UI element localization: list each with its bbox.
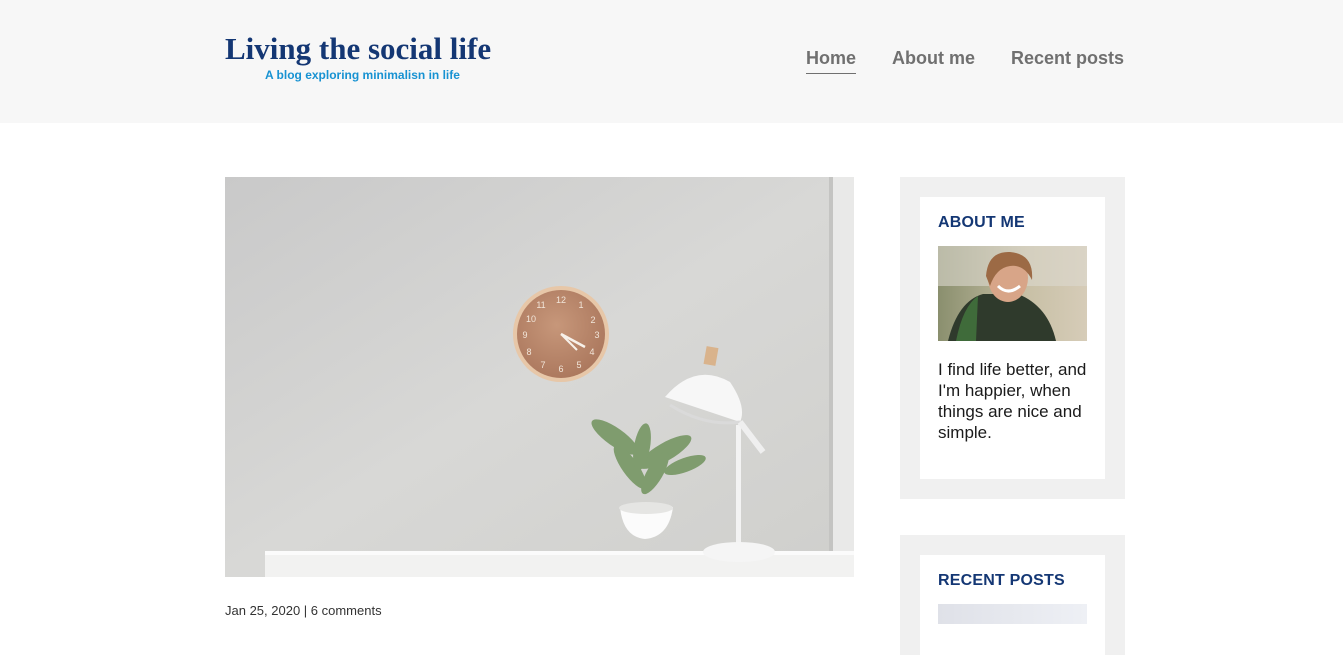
recent-posts-title: RECENT POSTS bbox=[938, 572, 1065, 589]
svg-text:2: 2 bbox=[590, 315, 595, 325]
about-me-text: I find life better, and I'm happier, whe… bbox=[938, 360, 1087, 442]
brand: Living the social life A blog exploring … bbox=[225, 30, 515, 82]
about-me-widget: ABOUT ME I find life better, and I'm hap… bbox=[900, 177, 1125, 499]
recent-posts-card: RECENT POSTS bbox=[920, 555, 1105, 655]
svg-text:1: 1 bbox=[578, 300, 583, 310]
featured-post-image[interactable]: 12 1 2 3 4 5 6 7 8 9 10 11 bbox=[225, 177, 854, 577]
svg-text:12: 12 bbox=[556, 295, 566, 305]
site-header: Living the social life A blog exploring … bbox=[0, 0, 1343, 123]
svg-text:11: 11 bbox=[536, 300, 545, 310]
about-me-title: ABOUT ME bbox=[938, 214, 1025, 231]
about-me-card: ABOUT ME I find life better, and I'm hap… bbox=[920, 197, 1105, 479]
recent-posts-widget: RECENT POSTS bbox=[900, 535, 1125, 655]
recent-post-thumbnail[interactable] bbox=[938, 604, 1087, 624]
svg-text:6: 6 bbox=[558, 364, 563, 374]
svg-text:8: 8 bbox=[526, 347, 531, 357]
svg-text:10: 10 bbox=[526, 314, 536, 324]
svg-text:7: 7 bbox=[540, 360, 545, 370]
nav-link-home[interactable]: Home bbox=[806, 47, 857, 74]
site-title[interactable]: Living the social life bbox=[225, 30, 515, 68]
svg-text:3: 3 bbox=[594, 330, 599, 340]
about-me-portrait bbox=[938, 246, 1087, 341]
nav-link-about-me[interactable]: About me bbox=[892, 47, 975, 69]
site-tagline: A blog exploring minimalisn in life bbox=[265, 68, 460, 82]
about-me-photo bbox=[938, 246, 1087, 341]
svg-text:5: 5 bbox=[576, 360, 581, 370]
svg-text:9: 9 bbox=[522, 330, 527, 340]
featured-photo-illustration: 12 1 2 3 4 5 6 7 8 9 10 11 bbox=[225, 177, 854, 577]
svg-text:4: 4 bbox=[589, 347, 594, 357]
nav-link-recent-posts[interactable]: Recent posts bbox=[1011, 47, 1124, 69]
